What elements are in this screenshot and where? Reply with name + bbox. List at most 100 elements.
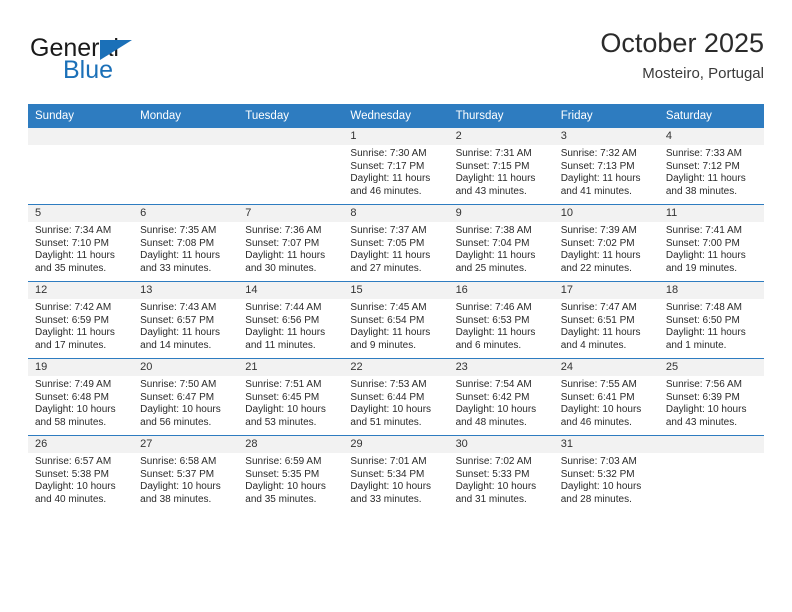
day-number: 13: [133, 282, 239, 299]
daylight-duration-line2: and 11 minutes.: [245, 339, 316, 351]
calendar-day-cell-inner: [238, 128, 344, 204]
calendar-day-cell[interactable]: 8 Sunrise: 7:37 AM Sunset: 7:05 PM Daylight…: [343, 204, 449, 282]
weekday-header-row: Sunday Monday Tuesday Wednesday Thursday…: [28, 104, 764, 128]
calendar-day-cell[interactable]: 31 Sunrise: 7:03 AM Sunset: 5:32 PM Dayligh…: [553, 435, 659, 512]
calendar-day-cell[interactable]: 27 Sunrise: 6:58 AM Sunset: 5:37 PM Dayligh…: [133, 435, 239, 512]
sunset-time: Sunset: 6:53 PM: [455, 314, 530, 326]
day-details: Sunrise: 7:36 AM Sunset: 7:07 PM Daylight:…: [238, 222, 343, 275]
calendar-day-cell[interactable]: 29 Sunrise: 7:01 AM Sunset: 5:34 PM Dayligh…: [343, 435, 449, 512]
sunrise-time: Sunrise: 7:39 AM: [560, 225, 637, 236]
sunset-time: Sunset: 7:07 PM: [245, 237, 320, 249]
daylight-duration-line1: Daylight: 11 hours: [245, 250, 326, 262]
calendar-day-cell-inner: 3 Sunrise: 7:32 AM Sunset: 7:13 PM Daylight…: [553, 128, 659, 204]
day-number: [658, 436, 764, 453]
calendar-day-cell[interactable]: 23 Sunrise: 7:54 AM Sunset: 6:42 PM Dayligh…: [448, 358, 554, 436]
day-details: Sunrise: 7:42 AM Sunset: 6:59 PM Daylight:…: [28, 299, 133, 352]
calendar-day-cell[interactable]: 16 Sunrise: 7:46 AM Sunset: 6:53 PM Dayligh…: [448, 281, 554, 359]
daylight-duration-line2: and 17 minutes.: [35, 339, 107, 351]
daylight-duration-line1: Daylight: 10 hours: [140, 481, 221, 493]
calendar-week-row: 26 Sunrise: 6:57 AM Sunset: 5:38 PM Dayligh…: [28, 435, 764, 512]
calendar-day-cell[interactable]: 21 Sunrise: 7:51 AM Sunset: 6:45 PM Dayligh…: [238, 358, 344, 436]
sunset-time: Sunset: 7:17 PM: [350, 160, 425, 172]
daylight-duration-line2: and 56 minutes.: [140, 416, 212, 428]
sunrise-time: Sunrise: 7:30 AM: [350, 148, 427, 159]
calendar-day-cell[interactable]: 24 Sunrise: 7:55 AM Sunset: 6:41 PM Dayligh…: [553, 358, 659, 436]
calendar-week-row: 1 Sunrise: 7:30 AM Sunset: 7:17 PM Daylight…: [28, 127, 764, 205]
daylight-duration-line1: Daylight: 10 hours: [560, 404, 642, 416]
calendar-day-cell-inner: [133, 128, 239, 204]
weekday-header-wednesday: Wednesday: [343, 104, 449, 128]
day-number: 24: [553, 359, 659, 376]
calendar-day-cell[interactable]: 22 Sunrise: 7:53 AM Sunset: 6:44 PM Dayligh…: [343, 358, 449, 436]
calendar-day-cell-inner: 4 Sunrise: 7:33 AM Sunset: 7:12 PM Daylight…: [658, 128, 764, 204]
calendar-day-cell[interactable]: 18 Sunrise: 7:48 AM Sunset: 6:50 PM Dayligh…: [658, 281, 764, 359]
calendar-day-cell-empty: [28, 127, 134, 205]
day-details: Sunrise: 7:44 AM Sunset: 6:56 PM Daylight:…: [238, 299, 343, 352]
calendar-day-cell[interactable]: 13 Sunrise: 7:43 AM Sunset: 6:57 PM Dayligh…: [133, 281, 239, 359]
calendar-day-cell-inner: [658, 436, 764, 512]
calendar-day-cell[interactable]: 6 Sunrise: 7:35 AM Sunset: 7:08 PM Daylight…: [133, 204, 239, 282]
calendar-day-cell-inner: 22 Sunrise: 7:53 AM Sunset: 6:44 PM Dayligh…: [343, 359, 449, 435]
calendar-day-cell[interactable]: 9 Sunrise: 7:38 AM Sunset: 7:04 PM Daylight…: [448, 204, 554, 282]
calendar-day-cell[interactable]: 5 Sunrise: 7:34 AM Sunset: 7:10 PM Daylight…: [28, 204, 134, 282]
daylight-duration-line1: Daylight: 10 hours: [245, 481, 326, 493]
day-number: 23: [448, 359, 554, 376]
weekday-header-saturday: Saturday: [658, 104, 764, 128]
weekday-header-friday: Friday: [553, 104, 659, 128]
day-number: 15: [343, 282, 449, 299]
sunset-time: Sunset: 5:38 PM: [35, 468, 109, 480]
daylight-duration-line1: Daylight: 11 hours: [665, 327, 746, 339]
calendar-day-cell[interactable]: 15 Sunrise: 7:45 AM Sunset: 6:54 PM Dayligh…: [343, 281, 449, 359]
weekday-header-thursday: Thursday: [448, 104, 554, 128]
calendar-day-cell[interactable]: 12 Sunrise: 7:42 AM Sunset: 6:59 PM Dayligh…: [28, 281, 134, 359]
sunset-time: Sunset: 6:47 PM: [140, 391, 215, 403]
calendar-day-cell[interactable]: 4 Sunrise: 7:33 AM Sunset: 7:12 PM Daylight…: [658, 127, 764, 205]
daylight-duration-line2: and 43 minutes.: [455, 185, 527, 197]
day-details: Sunrise: 7:51 AM Sunset: 6:45 PM Daylight:…: [238, 376, 343, 429]
day-number: 20: [133, 359, 239, 376]
calendar-day-cell[interactable]: 2 Sunrise: 7:31 AM Sunset: 7:15 PM Daylight…: [448, 127, 554, 205]
calendar-day-cell[interactable]: 7 Sunrise: 7:36 AM Sunset: 7:07 PM Daylight…: [238, 204, 344, 282]
day-number: 11: [658, 205, 764, 222]
daylight-duration-line2: and 22 minutes.: [560, 262, 632, 274]
calendar-day-cell-inner: 5 Sunrise: 7:34 AM Sunset: 7:10 PM Daylight…: [28, 205, 134, 281]
calendar-day-cell[interactable]: 28 Sunrise: 6:59 AM Sunset: 5:35 PM Dayligh…: [238, 435, 344, 512]
sunset-time: Sunset: 5:34 PM: [350, 468, 425, 480]
sunrise-time: Sunrise: 7:54 AM: [455, 379, 532, 390]
calendar-day-cell[interactable]: 14 Sunrise: 7:44 AM Sunset: 6:56 PM Dayligh…: [238, 281, 344, 359]
day-details: Sunrise: 7:54 AM Sunset: 6:42 PM Daylight:…: [449, 376, 554, 429]
sunrise-time: Sunrise: 6:58 AM: [140, 456, 217, 467]
calendar-day-cell[interactable]: 25 Sunrise: 7:56 AM Sunset: 6:39 PM Dayligh…: [658, 358, 764, 436]
sunrise-time: Sunrise: 7:56 AM: [665, 379, 742, 390]
sunset-time: Sunset: 6:57 PM: [140, 314, 215, 326]
calendar-day-cell[interactable]: 1 Sunrise: 7:30 AM Sunset: 7:17 PM Daylight…: [343, 127, 449, 205]
daylight-duration-line2: and 46 minutes.: [560, 416, 632, 428]
day-number: 10: [553, 205, 659, 222]
calendar-week-row: 19 Sunrise: 7:49 AM Sunset: 6:48 PM Dayligh…: [28, 358, 764, 436]
calendar-day-cell-inner: 21 Sunrise: 7:51 AM Sunset: 6:45 PM Dayligh…: [238, 359, 344, 435]
calendar-day-cell[interactable]: 30 Sunrise: 7:02 AM Sunset: 5:33 PM Dayligh…: [448, 435, 554, 512]
calendar-day-cell[interactable]: 20 Sunrise: 7:50 AM Sunset: 6:47 PM Dayligh…: [133, 358, 239, 436]
calendar-day-cell[interactable]: 11 Sunrise: 7:41 AM Sunset: 7:00 PM Dayligh…: [658, 204, 764, 282]
daylight-duration-line2: and 4 minutes.: [560, 339, 627, 351]
daylight-duration-line2: and 31 minutes.: [455, 493, 527, 505]
sunrise-time: Sunrise: 7:50 AM: [140, 379, 217, 390]
daylight-duration-line2: and 9 minutes.: [350, 339, 417, 351]
day-details: Sunrise: 7:41 AM Sunset: 7:00 PM Daylight:…: [659, 222, 764, 275]
day-details: Sunrise: 7:53 AM Sunset: 6:44 PM Daylight:…: [343, 376, 448, 429]
day-number: 6: [133, 205, 239, 222]
sunset-time: Sunset: 7:05 PM: [350, 237, 425, 249]
calendar-day-cell[interactable]: 17 Sunrise: 7:47 AM Sunset: 6:51 PM Dayligh…: [553, 281, 659, 359]
calendar-day-cell[interactable]: 3 Sunrise: 7:32 AM Sunset: 7:13 PM Daylight…: [553, 127, 659, 205]
calendar-day-cell[interactable]: 19 Sunrise: 7:49 AM Sunset: 6:48 PM Dayligh…: [28, 358, 134, 436]
day-number: 5: [28, 205, 134, 222]
calendar-day-cell[interactable]: 26 Sunrise: 6:57 AM Sunset: 5:38 PM Dayligh…: [28, 435, 134, 512]
day-details: Sunrise: 7:33 AM Sunset: 7:12 PM Daylight:…: [659, 145, 764, 198]
day-number: 16: [448, 282, 554, 299]
calendar-day-cell-inner: 23 Sunrise: 7:54 AM Sunset: 6:42 PM Dayligh…: [448, 359, 554, 435]
sunset-time: Sunset: 6:41 PM: [560, 391, 635, 403]
day-number: 29: [343, 436, 449, 453]
calendar-day-cell-inner: 9 Sunrise: 7:38 AM Sunset: 7:04 PM Daylight…: [448, 205, 554, 281]
calendar-day-cell[interactable]: 10 Sunrise: 7:39 AM Sunset: 7:02 PM Dayligh…: [553, 204, 659, 282]
sunrise-time: Sunrise: 7:03 AM: [560, 456, 637, 467]
